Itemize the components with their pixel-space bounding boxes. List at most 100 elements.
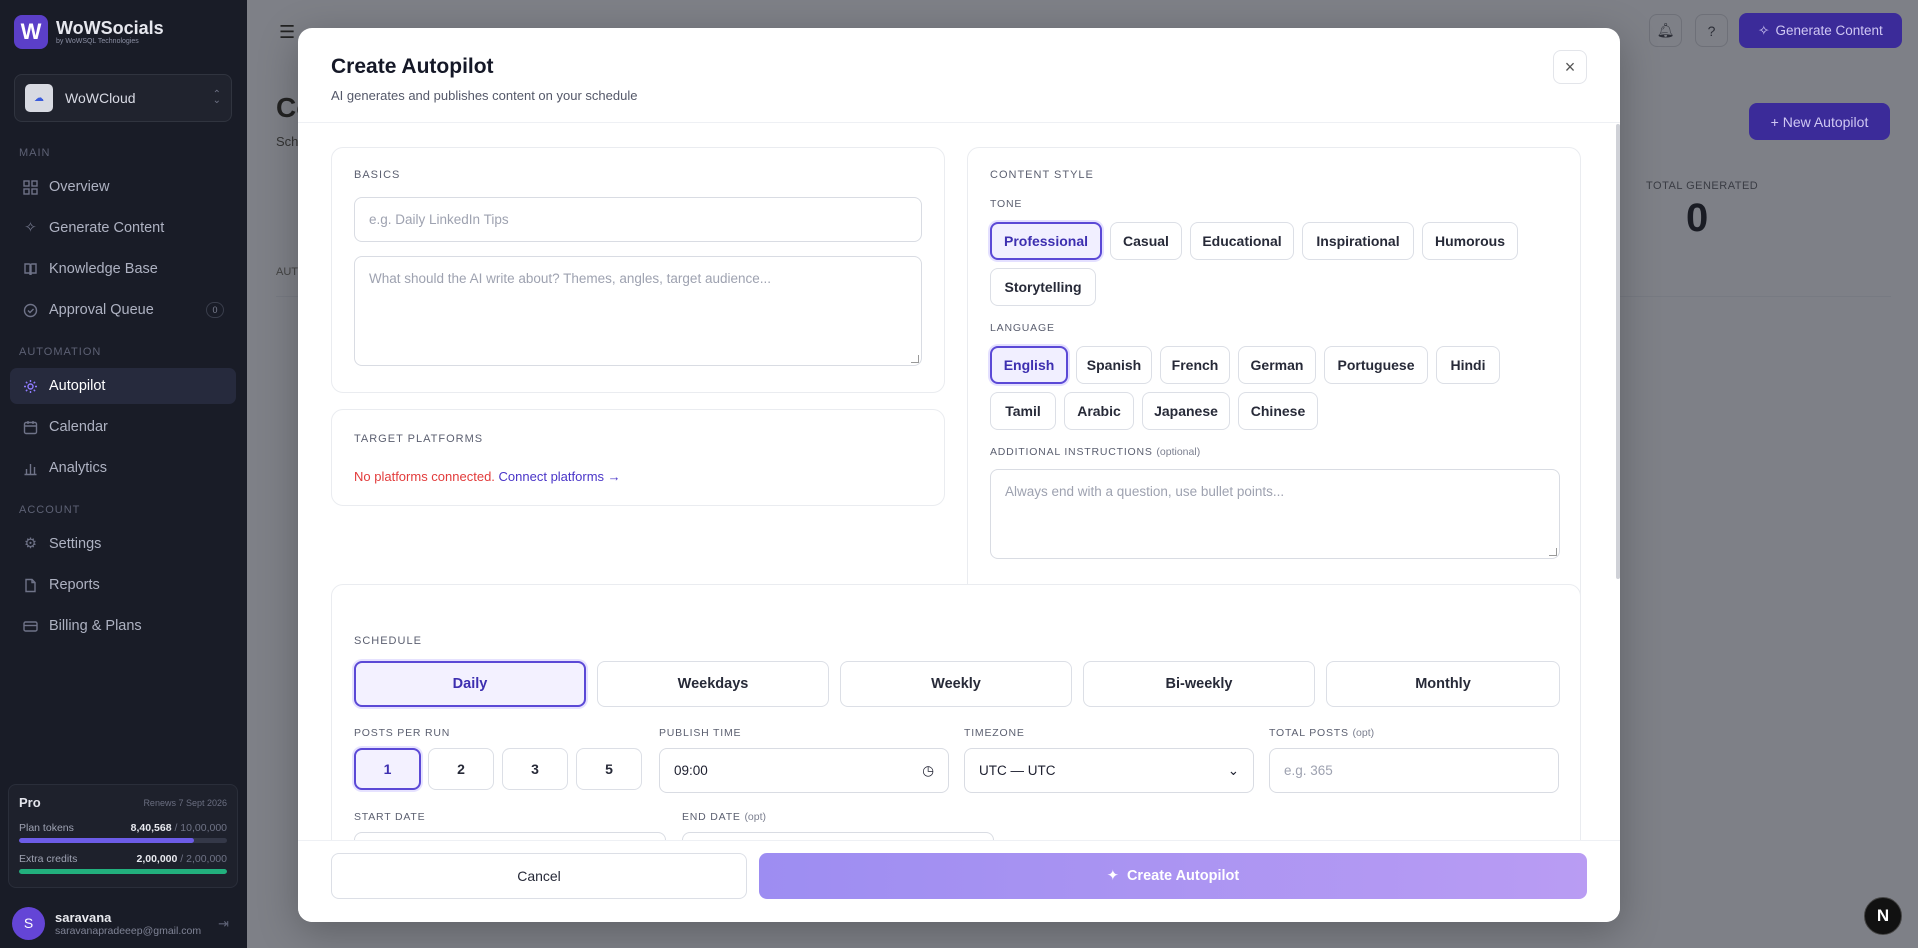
tone-chip-storytelling[interactable]: Storytelling [990, 268, 1096, 306]
sidebar-item-overview[interactable]: Overview [10, 169, 236, 205]
posts-per-run-3[interactable]: 3 [502, 748, 568, 790]
create-autopilot-button[interactable]: ✦ Create Autopilot [759, 853, 1587, 899]
brand[interactable]: W WoWSocials by WoWSQL Technologies [14, 15, 164, 49]
posts-per-run-2[interactable]: 2 [428, 748, 494, 790]
new-autopilot-button[interactable]: + New Autopilot [1749, 103, 1890, 140]
sidebar-item-label: Generate Content [49, 220, 165, 236]
tone-chip-educational[interactable]: Educational [1190, 222, 1294, 260]
autopilot-name-input[interactable]: e.g. Daily LinkedIn Tips [354, 197, 922, 242]
language-chip-english[interactable]: English [990, 346, 1068, 384]
posts-per-run-label: POSTS PER RUN [354, 727, 451, 739]
tone-chip-inspirational[interactable]: Inspirational [1302, 222, 1414, 260]
tone-chip-humorous[interactable]: Humorous [1422, 222, 1518, 260]
modal-header: Create Autopilot AI generates and publis… [298, 28, 1620, 123]
tone-chip-professional[interactable]: Professional [990, 222, 1102, 260]
user-name: saravana [55, 909, 112, 925]
plan-tokens-bar-fill [19, 838, 194, 843]
timezone-select[interactable]: UTC — UTC ⌄ [964, 748, 1254, 793]
sidebar-item-generate-content[interactable]: ✧ Generate Content [10, 210, 236, 246]
posts-per-run-5[interactable]: 5 [576, 748, 642, 790]
plan-usage-card: Pro Renews 7 Sept 2026 Plan tokens 8,40,… [8, 784, 238, 888]
instructions-optional-tag: (optional) [1156, 446, 1201, 458]
tone-chip-casual[interactable]: Casual [1110, 222, 1182, 260]
chevron-updown-icon: ⌃ ⌄ [212, 89, 221, 106]
help-icon[interactable]: ? [1695, 14, 1728, 47]
connect-platforms-link[interactable]: Connect platforms → [499, 469, 621, 484]
additional-instructions-textarea[interactable]: Always end with a question, use bullet p… [990, 469, 1560, 559]
modal-subtitle: AI generates and publishes content on yo… [331, 88, 638, 103]
end-date-optional-tag: (opt) [744, 811, 767, 823]
sidebar-item-label: Overview [49, 179, 110, 195]
language-chip-portuguese[interactable]: Portuguese [1324, 346, 1428, 384]
sidebar-item-settings[interactable]: ⚙ Settings [10, 526, 236, 562]
workspace-switcher[interactable]: ☁ WoWCloud ⌃ ⌄ [14, 74, 232, 122]
extra-credits-label: Extra credits [19, 853, 78, 865]
resize-handle-icon[interactable] [1549, 548, 1557, 556]
language-chip-japanese[interactable]: Japanese [1142, 392, 1230, 430]
topic-description-textarea[interactable]: What should the AI write about? Themes, … [354, 256, 922, 366]
sidebar-item-autopilot[interactable]: Autopilot [10, 368, 236, 404]
dev-tools-badge[interactable]: N [1864, 897, 1902, 935]
publish-time-value: 09:00 [674, 763, 708, 778]
workspace-name: WoWCloud [65, 90, 136, 106]
chevron-down-icon: ⌄ [1227, 762, 1239, 778]
frequency-biweekly[interactable]: Bi-weekly [1083, 661, 1315, 707]
sidebar-item-label: Reports [49, 577, 100, 593]
plan-tokens-label: Plan tokens [19, 822, 74, 834]
section-label-account: ACCOUNT [19, 504, 81, 516]
sidebar-item-label: Approval Queue [49, 302, 154, 318]
frequency-weekly[interactable]: Weekly [840, 661, 1072, 707]
avatar: S [12, 906, 45, 940]
sun-icon [22, 378, 39, 395]
language-chip-chinese[interactable]: Chinese [1238, 392, 1318, 430]
bar-chart-icon [22, 460, 39, 477]
publish-time-input[interactable]: 09:00 ◷ [659, 748, 949, 793]
plan-tokens-total: / 10,00,000 [174, 822, 227, 834]
resize-handle-icon[interactable] [911, 355, 919, 363]
calendar-icon [22, 419, 39, 436]
language-chip-hindi[interactable]: Hindi [1436, 346, 1500, 384]
sidebar-item-label: Knowledge Base [49, 261, 158, 277]
menu-icon[interactable]: ☰ [279, 22, 295, 43]
generate-content-button[interactable]: ✧ Generate Content [1739, 13, 1902, 48]
sidebar-item-billing[interactable]: Billing & Plans [10, 608, 236, 644]
frequency-monthly[interactable]: Monthly [1326, 661, 1560, 707]
sidebar-item-label: Autopilot [49, 378, 106, 394]
close-button[interactable]: × [1553, 50, 1587, 84]
topic-placeholder: What should the AI write about? Themes, … [369, 271, 771, 286]
instructions-label-text: ADDITIONAL INSTRUCTIONS [990, 446, 1153, 458]
basics-label: BASICS [354, 169, 401, 181]
book-icon [22, 261, 39, 278]
language-chip-french[interactable]: French [1160, 346, 1230, 384]
logout-icon[interactable]: ⇥ [218, 916, 229, 932]
language-chip-tamil[interactable]: Tamil [990, 392, 1056, 430]
instructions-placeholder: Always end with a question, use bullet p… [1005, 484, 1285, 499]
modal-title: Create Autopilot [331, 55, 494, 78]
frequency-daily[interactable]: Daily [354, 661, 586, 707]
language-chip-spanish[interactable]: Spanish [1076, 346, 1152, 384]
extra-credits-bar [19, 869, 227, 874]
frequency-weekdays[interactable]: Weekdays [597, 661, 829, 707]
plan-tokens-bar [19, 838, 227, 843]
bell-icon[interactable]: 🔔︎ [1649, 14, 1682, 47]
language-chip-arabic[interactable]: Arabic [1064, 392, 1134, 430]
extra-credits-bar-fill [19, 869, 227, 874]
sidebar-item-reports[interactable]: Reports [10, 567, 236, 603]
posts-per-run-1[interactable]: 1 [354, 748, 421, 790]
clock-icon[interactable]: ◷ [922, 763, 934, 779]
modal-scrollbar[interactable] [1616, 124, 1620, 579]
sidebar-item-analytics[interactable]: Analytics [10, 450, 236, 486]
sidebar-item-approval-queue[interactable]: Approval Queue 0 [10, 292, 236, 328]
no-platforms-warning: No platforms connected. Connect platform… [354, 469, 621, 484]
close-icon: × [1564, 56, 1576, 77]
language-chip-german[interactable]: German [1238, 346, 1316, 384]
total-posts-input[interactable]: e.g. 365 [1269, 748, 1559, 793]
user-profile[interactable]: S saravana saravanapradeeep@gmail.com ⇥ [0, 898, 247, 948]
schedule-label: SCHEDULE [354, 635, 422, 647]
sidebar-item-knowledge-base[interactable]: Knowledge Base [10, 251, 236, 287]
sidebar-item-calendar[interactable]: Calendar [10, 409, 236, 445]
publish-time-label: PUBLISH TIME [659, 727, 742, 739]
cancel-button[interactable]: Cancel [331, 853, 747, 899]
approval-count-badge: 0 [206, 302, 224, 318]
total-generated-value: 0 [1686, 196, 1709, 240]
